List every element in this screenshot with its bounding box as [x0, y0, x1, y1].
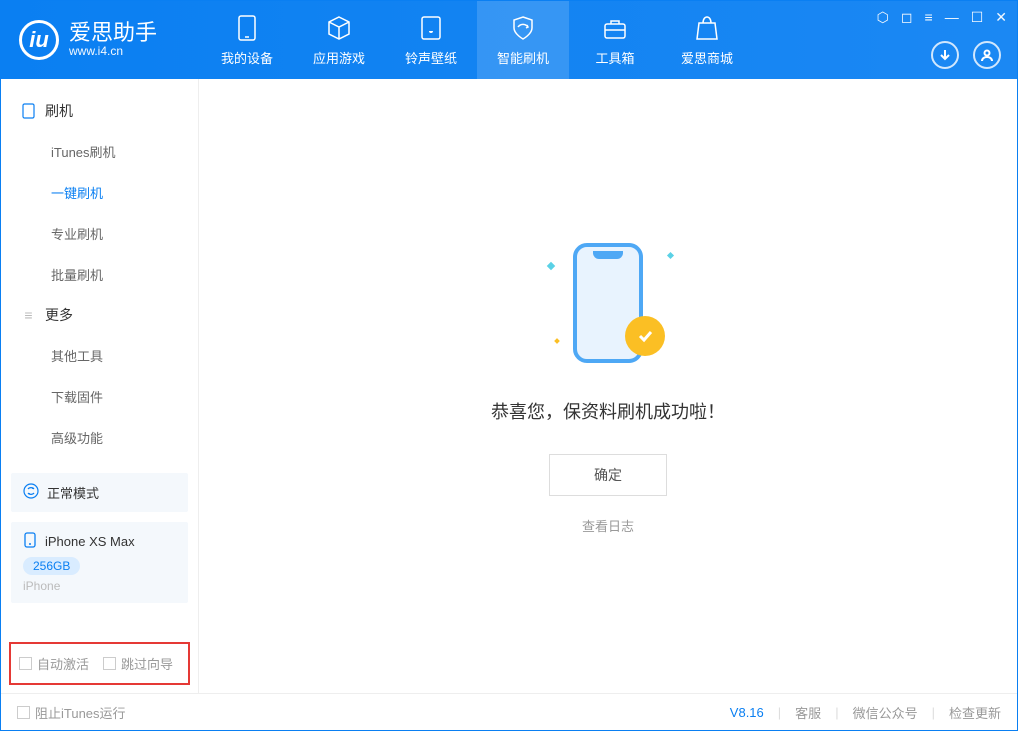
status-bar: 阻止iTunes运行 V8.16 | 客服 | 微信公众号 | 检查更新	[1, 693, 1017, 730]
sparkle-icon	[554, 338, 560, 344]
checkmark-badge-icon	[625, 316, 665, 356]
skin-icon[interactable]: ◻	[901, 9, 913, 26]
sidebar-group-more: ≡ 更多	[1, 295, 198, 335]
checkbox-label: 跳过向导	[121, 654, 173, 673]
tab-label: 我的设备	[221, 48, 273, 67]
ok-button[interactable]: 确定	[549, 454, 667, 496]
logo-icon: iu	[19, 20, 59, 60]
sidebar-item-batch-flash[interactable]: 批量刷机	[1, 254, 198, 295]
support-link[interactable]: 客服	[795, 703, 821, 722]
success-illustration	[543, 238, 673, 368]
maximize-button[interactable]: ☐	[971, 9, 984, 26]
sidebar-item-itunes-flash[interactable]: iTunes刷机	[1, 131, 198, 172]
checkbox-label: 阻止iTunes运行	[35, 703, 126, 722]
checkbox-icon	[17, 706, 30, 719]
sidebar-item-oneclick-flash[interactable]: 一键刷机	[1, 172, 198, 213]
tab-smart-flash[interactable]: 智能刷机	[477, 1, 569, 79]
stop-itunes-checkbox[interactable]: 阻止iTunes运行	[17, 703, 126, 722]
phone-icon	[21, 104, 36, 119]
logo-area: iu 爱思助手 www.i4.cn	[1, 20, 201, 60]
sparkle-icon	[667, 251, 674, 258]
list-icon: ≡	[21, 308, 36, 323]
toolbox-icon	[601, 14, 629, 42]
skip-guide-checkbox[interactable]: 跳过向导	[103, 654, 173, 673]
music-file-icon	[417, 14, 445, 42]
checkbox-icon	[103, 657, 116, 670]
wechat-link[interactable]: 微信公众号	[853, 703, 918, 722]
device-type: iPhone	[23, 579, 176, 593]
download-button[interactable]	[931, 41, 959, 69]
sparkle-icon	[547, 261, 555, 269]
checkbox-label: 自动激活	[37, 654, 89, 673]
body-area: 刷机 iTunes刷机 一键刷机 专业刷机 批量刷机 ≡ 更多 其他工具 下载固…	[1, 79, 1017, 693]
app-name: 爱思助手	[69, 22, 157, 44]
main-tabs: 我的设备 应用游戏 铃声壁纸 智能刷机 工具箱 爱思商城	[201, 1, 753, 79]
tab-ringtone-wallpaper[interactable]: 铃声壁纸	[385, 1, 477, 79]
sidebar: 刷机 iTunes刷机 一键刷机 专业刷机 批量刷机 ≡ 更多 其他工具 下载固…	[1, 79, 199, 693]
cube-icon	[325, 14, 353, 42]
device-card[interactable]: iPhone XS Max 256GB iPhone	[11, 522, 188, 603]
tab-label: 智能刷机	[497, 48, 549, 67]
sidebar-group-title: 刷机	[45, 101, 73, 121]
mode-card[interactable]: 正常模式	[11, 473, 188, 512]
sidebar-item-other-tools[interactable]: 其他工具	[1, 335, 198, 376]
tab-label: 应用游戏	[313, 48, 365, 67]
mode-label: 正常模式	[47, 483, 99, 502]
success-message: 恭喜您，保资料刷机成功啦！	[491, 398, 725, 424]
auto-activate-checkbox[interactable]: 自动激活	[19, 654, 89, 673]
checkbox-icon	[19, 657, 32, 670]
tab-store[interactable]: 爱思商城	[661, 1, 753, 79]
header-actions	[931, 41, 1001, 69]
sidebar-item-pro-flash[interactable]: 专业刷机	[1, 213, 198, 254]
device-name: iPhone XS Max	[45, 534, 135, 549]
view-log-link[interactable]: 查看日志	[582, 516, 634, 535]
version-label: V8.16	[730, 705, 764, 720]
tab-label: 铃声壁纸	[405, 48, 457, 67]
capacity-badge: 256GB	[23, 557, 80, 575]
sync-icon	[23, 483, 39, 502]
feedback-icon[interactable]: ⬡	[877, 9, 889, 26]
sidebar-item-advanced[interactable]: 高级功能	[1, 417, 198, 458]
tab-toolbox[interactable]: 工具箱	[569, 1, 661, 79]
shopping-bag-icon	[693, 14, 721, 42]
menu-icon[interactable]: ≡	[925, 9, 933, 26]
check-update-link[interactable]: 检查更新	[949, 703, 1001, 722]
app-header: iu 爱思助手 www.i4.cn 我的设备 应用游戏 铃声壁纸 智能刷机 工具…	[1, 1, 1017, 79]
tab-label: 爱思商城	[681, 48, 733, 67]
tab-my-device[interactable]: 我的设备	[201, 1, 293, 79]
sidebar-group-title: 更多	[45, 305, 73, 325]
window-controls: ⬡ ◻ ≡ — ☐ ✕	[877, 9, 1007, 26]
sidebar-group-flash: 刷机	[1, 91, 198, 131]
highlighted-checkbox-row: 自动激活 跳过向导	[9, 642, 190, 685]
app-url: www.i4.cn	[69, 44, 157, 58]
tab-label: 工具箱	[595, 48, 634, 67]
user-button[interactable]	[973, 41, 1001, 69]
minimize-button[interactable]: —	[945, 9, 959, 26]
logo-text: 爱思助手 www.i4.cn	[69, 22, 157, 58]
sidebar-item-download-firmware[interactable]: 下载固件	[1, 376, 198, 417]
tab-apps-games[interactable]: 应用游戏	[293, 1, 385, 79]
device-icon	[23, 532, 37, 551]
main-content: 恭喜您，保资料刷机成功啦！ 确定 查看日志	[199, 79, 1017, 693]
close-button[interactable]: ✕	[995, 9, 1007, 26]
shield-icon	[509, 14, 537, 42]
sidebar-cards: 正常模式 iPhone XS Max 256GB iPhone	[11, 473, 188, 613]
device-icon	[233, 14, 261, 42]
